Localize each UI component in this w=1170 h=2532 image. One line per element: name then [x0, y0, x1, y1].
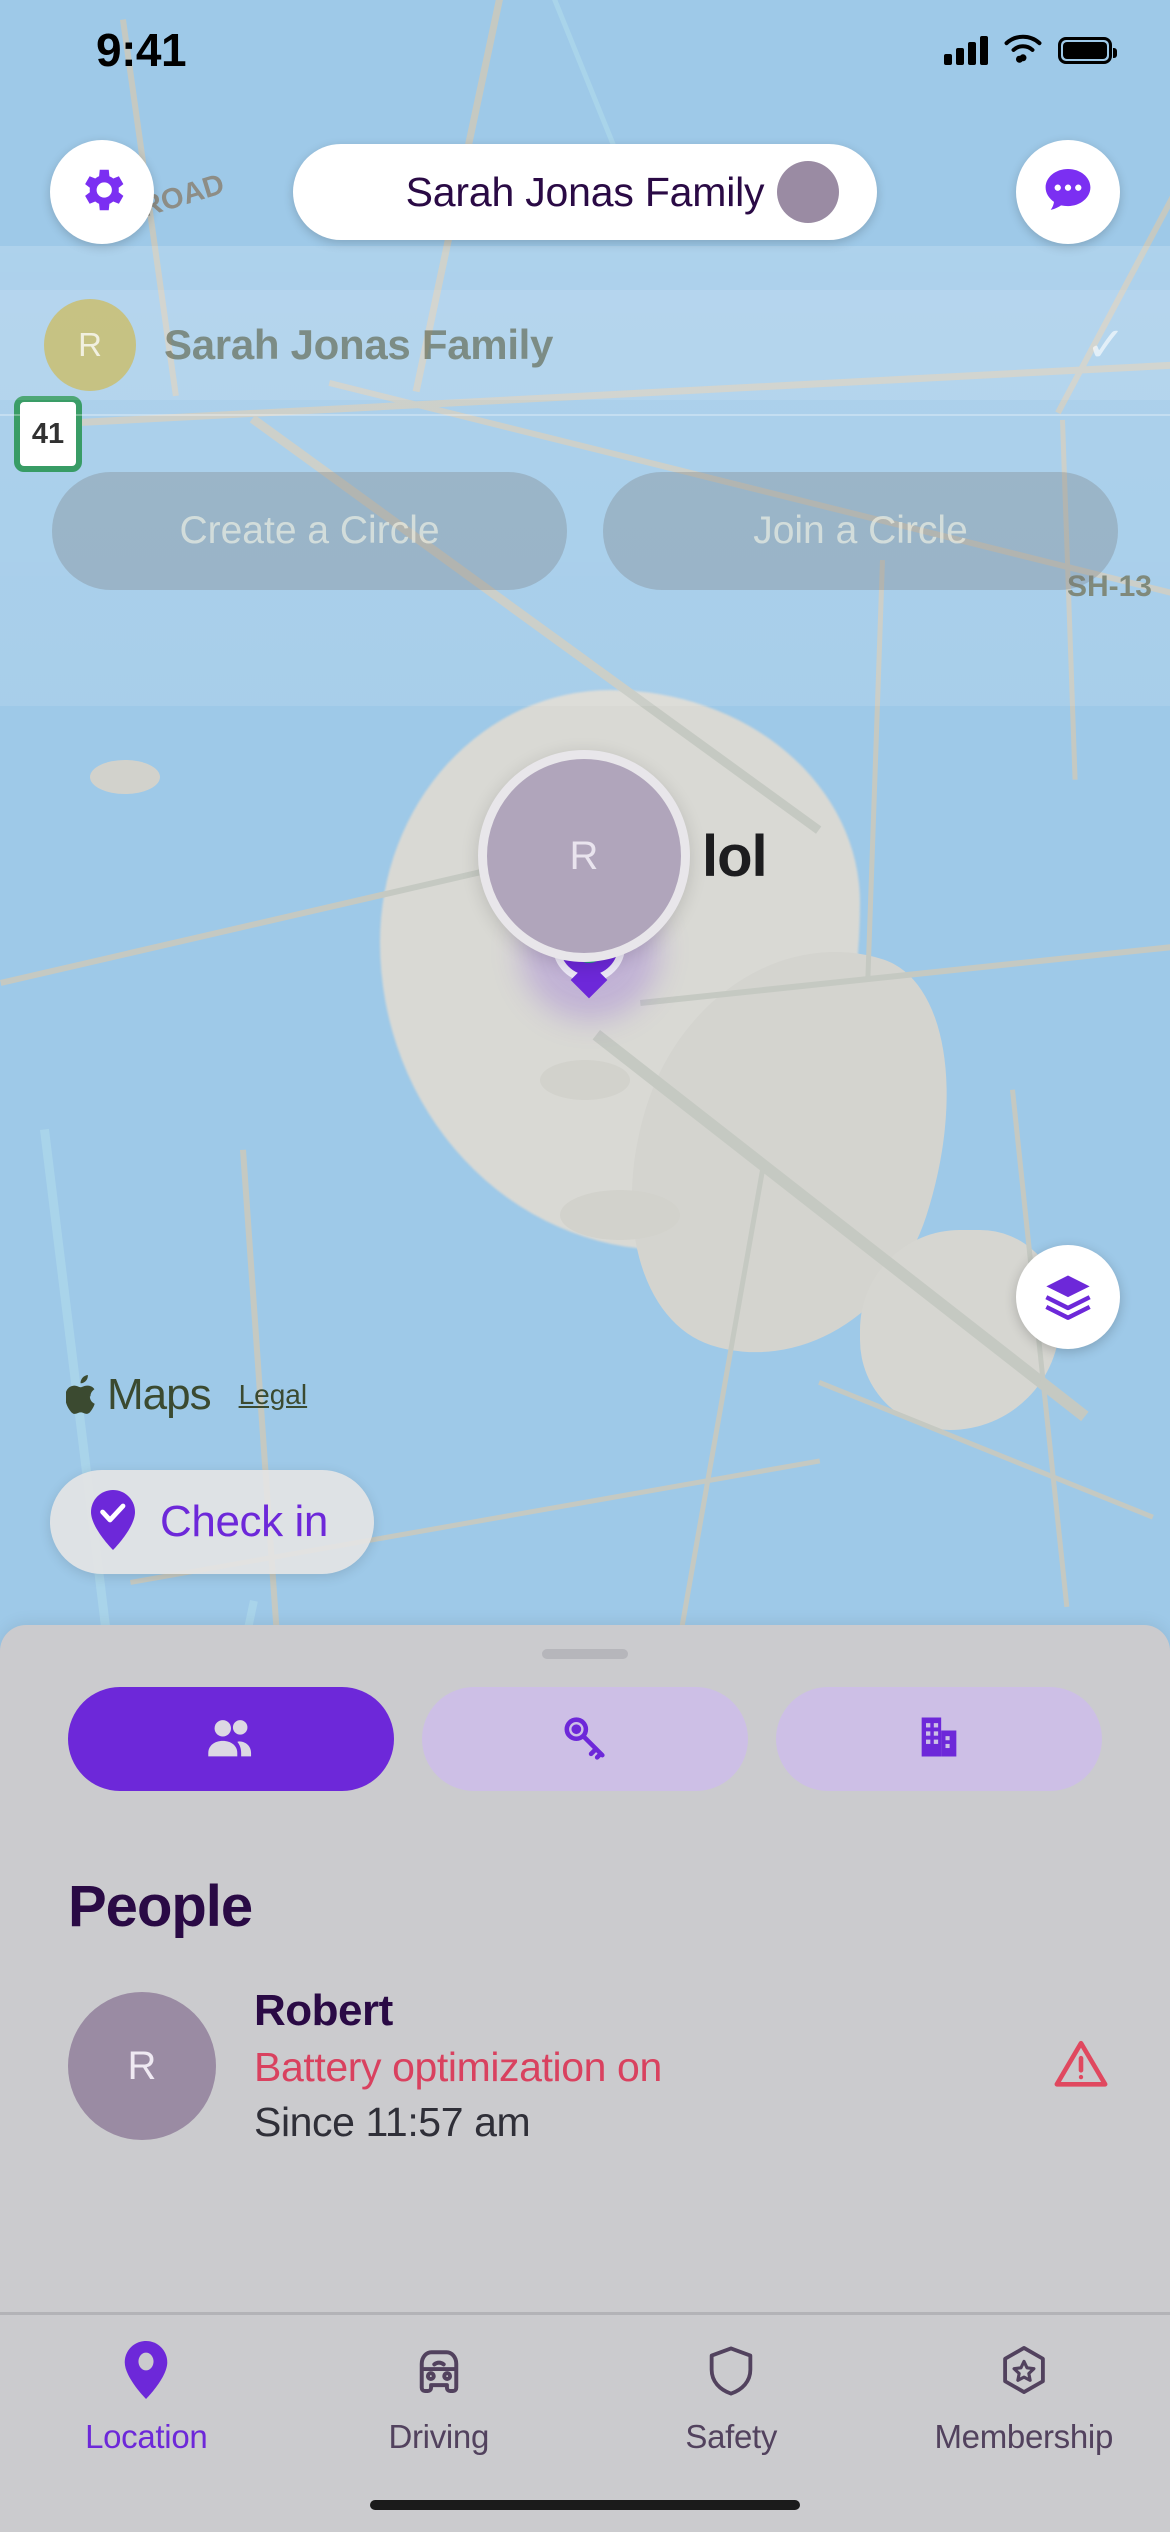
shield-icon [704, 2341, 758, 2404]
settings-button[interactable] [50, 140, 154, 244]
check-in-button[interactable]: Check in [50, 1470, 374, 1574]
tab-buildings[interactable] [776, 1687, 1102, 1791]
status-time: 9:41 [96, 24, 187, 76]
people-icon [202, 1708, 260, 1771]
gear-icon [75, 163, 129, 222]
member-marker[interactable]: R lol [478, 750, 768, 962]
tab-driving-label: Driving [388, 2418, 490, 2455]
map-highway-label: SH-13 [1066, 570, 1152, 603]
wifi-icon [1002, 32, 1044, 69]
map-attribution: Maps Legal [66, 1370, 307, 1420]
tab-driving[interactable]: Driving [293, 2341, 586, 2456]
chat-bubble-icon [1040, 162, 1096, 223]
tab-location[interactable]: Location [0, 2341, 293, 2456]
highway-shield-icon: 41 [14, 396, 82, 472]
app-screen: ROAD 41 SH-13 R lol Maps Legal Check in … [0, 0, 1170, 2532]
tab-location-label: Location [85, 2418, 208, 2455]
person-avatar: R [68, 1992, 216, 2140]
home-indicator [370, 2500, 800, 2510]
person-details: Robert Battery optimization on Since 11:… [254, 1986, 1042, 2146]
map-patch [540, 1060, 630, 1100]
star-badge-icon [997, 2341, 1051, 2404]
check-in-label: Check in [160, 1497, 328, 1546]
maps-wordmark: Maps [107, 1370, 212, 1419]
check-pin-icon [88, 1489, 138, 1555]
apple-logo-icon [66, 1375, 95, 1414]
circle-selector-avatar [777, 161, 839, 223]
circle-selector-label: Sarah Jonas Family [405, 168, 765, 215]
warning-triangle-icon[interactable] [1052, 2035, 1110, 2098]
person-status: Battery optimization on [254, 2044, 662, 2090]
bottom-tab-bar: Location Driving Safety Membership [0, 2312, 1170, 2532]
map-layers-button[interactable] [1016, 1245, 1120, 1349]
member-avatar: R [478, 750, 690, 962]
location-pin-icon [121, 2341, 171, 2404]
building-icon [913, 1711, 965, 1768]
person-name: Robert [254, 1986, 393, 2035]
battery-full-icon [1058, 36, 1117, 64]
map-layers-icon [1042, 1269, 1094, 1326]
cellular-signal-icon [944, 35, 988, 65]
circle-selector-button[interactable]: Sarah Jonas Family [293, 144, 877, 240]
tab-places[interactable] [422, 1687, 748, 1791]
top-nav: Sarah Jonas Family [0, 138, 1170, 246]
legal-link[interactable]: Legal [239, 1379, 308, 1411]
person-since: Since 11:57 am [254, 2099, 531, 2145]
people-section-title: People [68, 1874, 253, 1939]
map-patch [560, 1190, 680, 1240]
sheet-drag-handle[interactable] [542, 1649, 628, 1659]
person-row[interactable]: R Robert Battery optimization on Since 1… [0, 1940, 1170, 2146]
tab-people[interactable] [68, 1687, 394, 1791]
car-icon [411, 2341, 467, 2404]
tab-safety-label: Safety [685, 2418, 778, 2455]
tab-membership-label: Membership [934, 2418, 1114, 2455]
key-icon [559, 1711, 611, 1768]
status-bar: 9:41 [0, 0, 1170, 100]
messages-button[interactable] [1016, 140, 1120, 244]
tab-membership[interactable]: Membership [878, 2341, 1170, 2456]
member-label: lol [702, 823, 768, 889]
sheet-tabs [0, 1659, 1170, 1791]
apple-maps-logo: Maps [66, 1370, 212, 1420]
tab-safety[interactable]: Safety [585, 2341, 878, 2456]
map-patch [90, 760, 160, 794]
status-indicators [944, 32, 1117, 69]
